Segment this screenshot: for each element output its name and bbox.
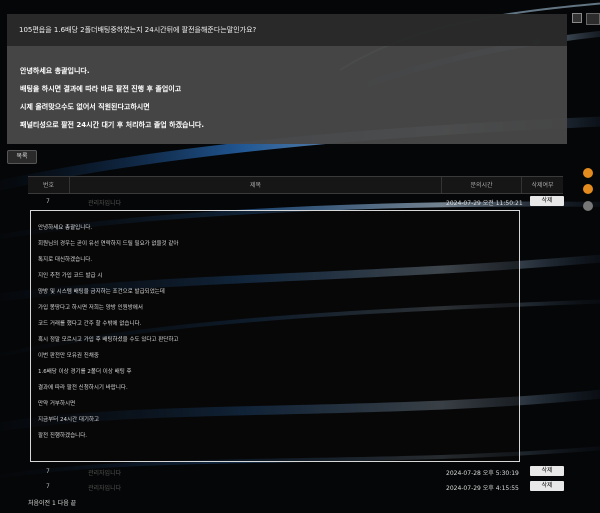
- detail-box: 안녕하세요 총괄입니다. 회원님의 경우는 곧이 유선 연락하지 드릴 필요가 …: [30, 210, 520, 462]
- row-date: 2024-07-29 오후 4:15:55: [446, 485, 519, 492]
- answer-line: 패널티성으로 팔전 24시간 대기 후 처리하고 졸업 하겠습니다.: [20, 121, 205, 129]
- row-author: 관리자입니다: [88, 470, 122, 477]
- detail-line: 톡지로 대신하겠습니다.: [38, 257, 93, 263]
- list-button[interactable]: 목록: [7, 150, 37, 164]
- header-time: 문의시간: [442, 177, 522, 193]
- row-num: 7: [46, 468, 50, 475]
- row-date: 2024-07-28 오후 5:30:19: [446, 470, 519, 477]
- detail-line: 안녕하세요 총괄입니다.: [38, 225, 93, 231]
- answer-line: 시제 올려맞으수도 없어서 직원된다고하시면: [20, 103, 150, 111]
- detail-line: 코드 거래를 했다고 간주 할 수밖에 없습니다.: [38, 321, 142, 327]
- table-row[interactable]: 7 관리자입니다 2024-07-28 오후 5:30:19 삭제: [28, 466, 564, 479]
- question-box: 105편읍을 1.6배당 2폴더배팅중하였는지 24시간뒤에 팔전을해준다는말인…: [7, 14, 567, 144]
- table-header: 번호 제목 문의시간 삭제여부: [28, 176, 563, 194]
- side-panel-icon[interactable]: [572, 13, 582, 23]
- header-title: 제목: [70, 177, 442, 193]
- detail-line: 만약 거부하시면: [38, 401, 76, 407]
- pagination[interactable]: 처음이전 1 다음 끝: [28, 498, 76, 507]
- header-delete: 삭제여부: [531, 182, 554, 189]
- detail-line: 회원님의 경우는 곧이 유선 연락하지 드릴 필요가 없을것 같아: [38, 241, 179, 247]
- detail-line: 가입 몽땅다고 하시면 저희는 양방 인원방에서: [38, 305, 143, 311]
- detail-line: 혹시 정말 모르시고 가입 후 배팅하셨을 수도 있다고 판단하고: [38, 337, 179, 343]
- row-num: 7: [46, 483, 50, 490]
- orange-indicator-icon: [583, 168, 593, 178]
- side-panel-button[interactable]: [586, 13, 600, 25]
- detail-line: 지인 추천 가입 코드 발급 시: [38, 273, 103, 279]
- detail-line: 지금부터 24시간 대기하고: [38, 417, 100, 423]
- row-date: 2024-07-29 오전 11:50:21: [446, 200, 523, 207]
- delete-button[interactable]: 삭제: [530, 196, 564, 206]
- answer-line: 안녕하세요 총괄입니다.: [20, 67, 90, 75]
- question-title: 105편읍을 1.6배당 2폴더배팅중하였는지 24시간뒤에 팔전을해준다는말인…: [7, 14, 567, 46]
- detail-line: 1.6배당 이상 경기를 2폴더 이상 배팅 후: [38, 369, 132, 375]
- header-num: 번호: [28, 177, 70, 193]
- detail-line: 팔전 진행하겠습니다.: [38, 433, 88, 439]
- answer-line: 배팅을 하시면 결과에 따라 바로 팔전 진행 후 졸업이고: [20, 85, 182, 93]
- table-row[interactable]: 7 관리자입니다 2024-07-29 오전 11:50:21 삭제: [28, 196, 564, 209]
- table-row[interactable]: 7 관리자입니다 2024-07-29 오후 4:15:55 삭제: [28, 481, 564, 494]
- row-author: 관리자입니다: [88, 485, 122, 492]
- detail-line: 이번 판전만 모유권 진채중: [38, 353, 99, 359]
- delete-button[interactable]: 삭제: [530, 466, 564, 476]
- detail-line: 양방 및 시스템 배팅을 금지하는 조건으로 발급되었는데: [38, 289, 165, 295]
- row-author: 관리자입니다: [88, 200, 122, 207]
- detail-line: 결과에 따라 팔전 신청하시기 바랍니다.: [38, 385, 128, 391]
- delete-button[interactable]: 삭제: [530, 481, 564, 491]
- gray-indicator-icon: [583, 201, 593, 211]
- row-num: 7: [46, 198, 50, 205]
- orange-indicator-icon: [583, 184, 593, 194]
